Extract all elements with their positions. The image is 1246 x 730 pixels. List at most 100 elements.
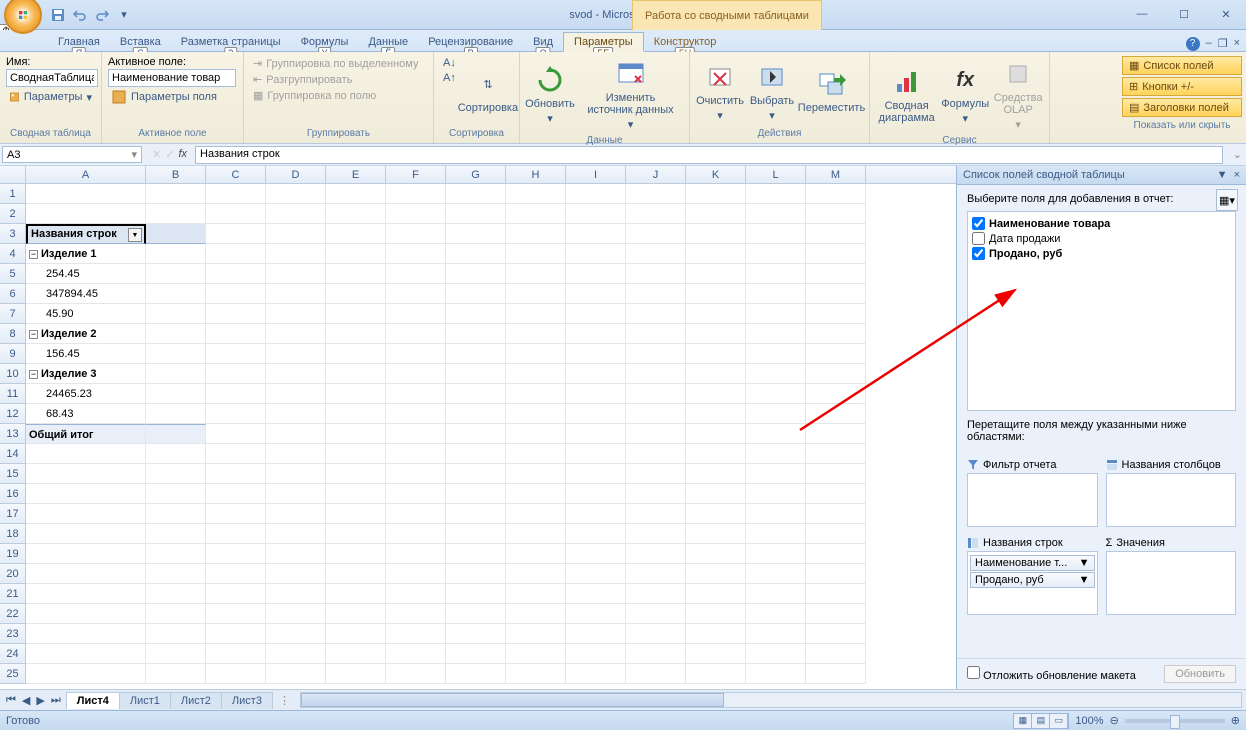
cell[interactable] — [446, 444, 506, 464]
cell[interactable] — [146, 644, 206, 664]
cell[interactable] — [326, 204, 386, 224]
cell[interactable] — [266, 184, 326, 204]
cell[interactable] — [26, 504, 146, 524]
cell[interactable] — [746, 544, 806, 564]
cell[interactable]: Названия строк▼ — [26, 224, 146, 244]
cell[interactable] — [686, 444, 746, 464]
cell[interactable]: −Изделие 1 — [26, 244, 146, 264]
cell[interactable] — [806, 184, 866, 204]
cell[interactable] — [146, 264, 206, 284]
cell[interactable] — [326, 344, 386, 364]
save-icon[interactable] — [48, 5, 68, 25]
zoom-in-icon[interactable]: ⊕ — [1231, 714, 1240, 727]
cell[interactable] — [446, 324, 506, 344]
cell[interactable] — [386, 284, 446, 304]
cell[interactable] — [746, 404, 806, 424]
cell[interactable] — [746, 344, 806, 364]
cell[interactable] — [266, 224, 326, 244]
cell[interactable] — [806, 304, 866, 324]
cell[interactable] — [26, 624, 146, 644]
cell[interactable] — [506, 284, 566, 304]
name-box[interactable]: A3▾ — [2, 146, 142, 163]
field-item[interactable]: Дата продажи — [972, 231, 1231, 246]
field-item[interactable]: Наименование товара — [972, 216, 1231, 231]
row-header[interactable]: 6 — [0, 284, 26, 304]
cell[interactable] — [746, 444, 806, 464]
row-header[interactable]: 25 — [0, 664, 26, 684]
area-item[interactable]: Наименование т...▼ — [970, 555, 1095, 571]
cell[interactable] — [506, 424, 566, 444]
cell[interactable] — [686, 524, 746, 544]
minimize-button[interactable]: ― — [1128, 8, 1156, 21]
cell[interactable] — [566, 224, 626, 244]
new-sheet-icon[interactable]: ⋮ — [273, 694, 296, 707]
cell[interactable] — [566, 664, 626, 684]
cell[interactable] — [326, 284, 386, 304]
cell[interactable] — [626, 504, 686, 524]
cell[interactable] — [206, 564, 266, 584]
cell[interactable]: 24465.23 — [26, 384, 146, 404]
cell[interactable] — [26, 524, 146, 544]
cell[interactable] — [266, 424, 326, 444]
col-header[interactable]: C — [206, 166, 266, 183]
cell[interactable] — [386, 264, 446, 284]
cell[interactable] — [326, 264, 386, 284]
zoom-slider[interactable] — [1125, 719, 1225, 723]
cell[interactable] — [686, 344, 746, 364]
cell[interactable] — [446, 204, 506, 224]
row-header[interactable]: 20 — [0, 564, 26, 584]
cell[interactable] — [506, 264, 566, 284]
cell[interactable] — [806, 464, 866, 484]
cell[interactable] — [566, 564, 626, 584]
cell[interactable] — [686, 604, 746, 624]
collapse-icon[interactable]: − — [29, 250, 38, 259]
cell[interactable] — [626, 444, 686, 464]
cell[interactable] — [146, 444, 206, 464]
cell[interactable] — [446, 184, 506, 204]
cell[interactable] — [506, 304, 566, 324]
cell[interactable]: 68.43 — [26, 404, 146, 424]
cell[interactable] — [626, 264, 686, 284]
cell[interactable] — [206, 444, 266, 464]
cell[interactable] — [506, 524, 566, 544]
sort-desc-button[interactable]: A↑ — [440, 71, 459, 85]
cell[interactable]: −Изделие 3 — [26, 364, 146, 384]
cell[interactable] — [266, 344, 326, 364]
row-header[interactable]: 8 — [0, 324, 26, 344]
cell[interactable] — [26, 644, 146, 664]
col-header[interactable]: I — [566, 166, 626, 183]
cell[interactable]: 347894.45 — [26, 284, 146, 304]
cell[interactable] — [686, 284, 746, 304]
minimize-ribbon-icon[interactable]: – — [1206, 37, 1212, 51]
horizontal-scrollbar[interactable] — [300, 692, 1242, 708]
tab-design[interactable]: КонструкторБН — [644, 33, 727, 51]
cell[interactable] — [746, 364, 806, 384]
cell[interactable] — [146, 404, 206, 424]
cell[interactable] — [506, 564, 566, 584]
cell[interactable] — [686, 544, 746, 564]
cell[interactable] — [146, 564, 206, 584]
cell[interactable] — [686, 424, 746, 444]
cell[interactable] — [686, 224, 746, 244]
cell[interactable] — [206, 624, 266, 644]
cell[interactable] — [626, 184, 686, 204]
cell[interactable] — [446, 584, 506, 604]
cell[interactable] — [26, 564, 146, 584]
area-item[interactable]: Продано, руб▼ — [970, 572, 1095, 588]
buttons-toggle[interactable]: ⊞ Кнопки +/- — [1122, 77, 1242, 96]
cell[interactable] — [146, 184, 206, 204]
cell[interactable] — [806, 604, 866, 624]
cell[interactable] — [626, 324, 686, 344]
cell[interactable] — [326, 504, 386, 524]
cell[interactable] — [566, 424, 626, 444]
active-field-input[interactable] — [108, 69, 236, 87]
cell[interactable] — [746, 504, 806, 524]
cell[interactable] — [746, 604, 806, 624]
cell[interactable] — [146, 504, 206, 524]
cell[interactable] — [686, 464, 746, 484]
select-all-corner[interactable] — [0, 166, 26, 183]
row-header[interactable]: 24 — [0, 644, 26, 664]
sort-button[interactable]: ⇅Сортировка — [463, 56, 513, 126]
cell[interactable] — [206, 544, 266, 564]
pivot-name-input[interactable] — [6, 69, 98, 87]
